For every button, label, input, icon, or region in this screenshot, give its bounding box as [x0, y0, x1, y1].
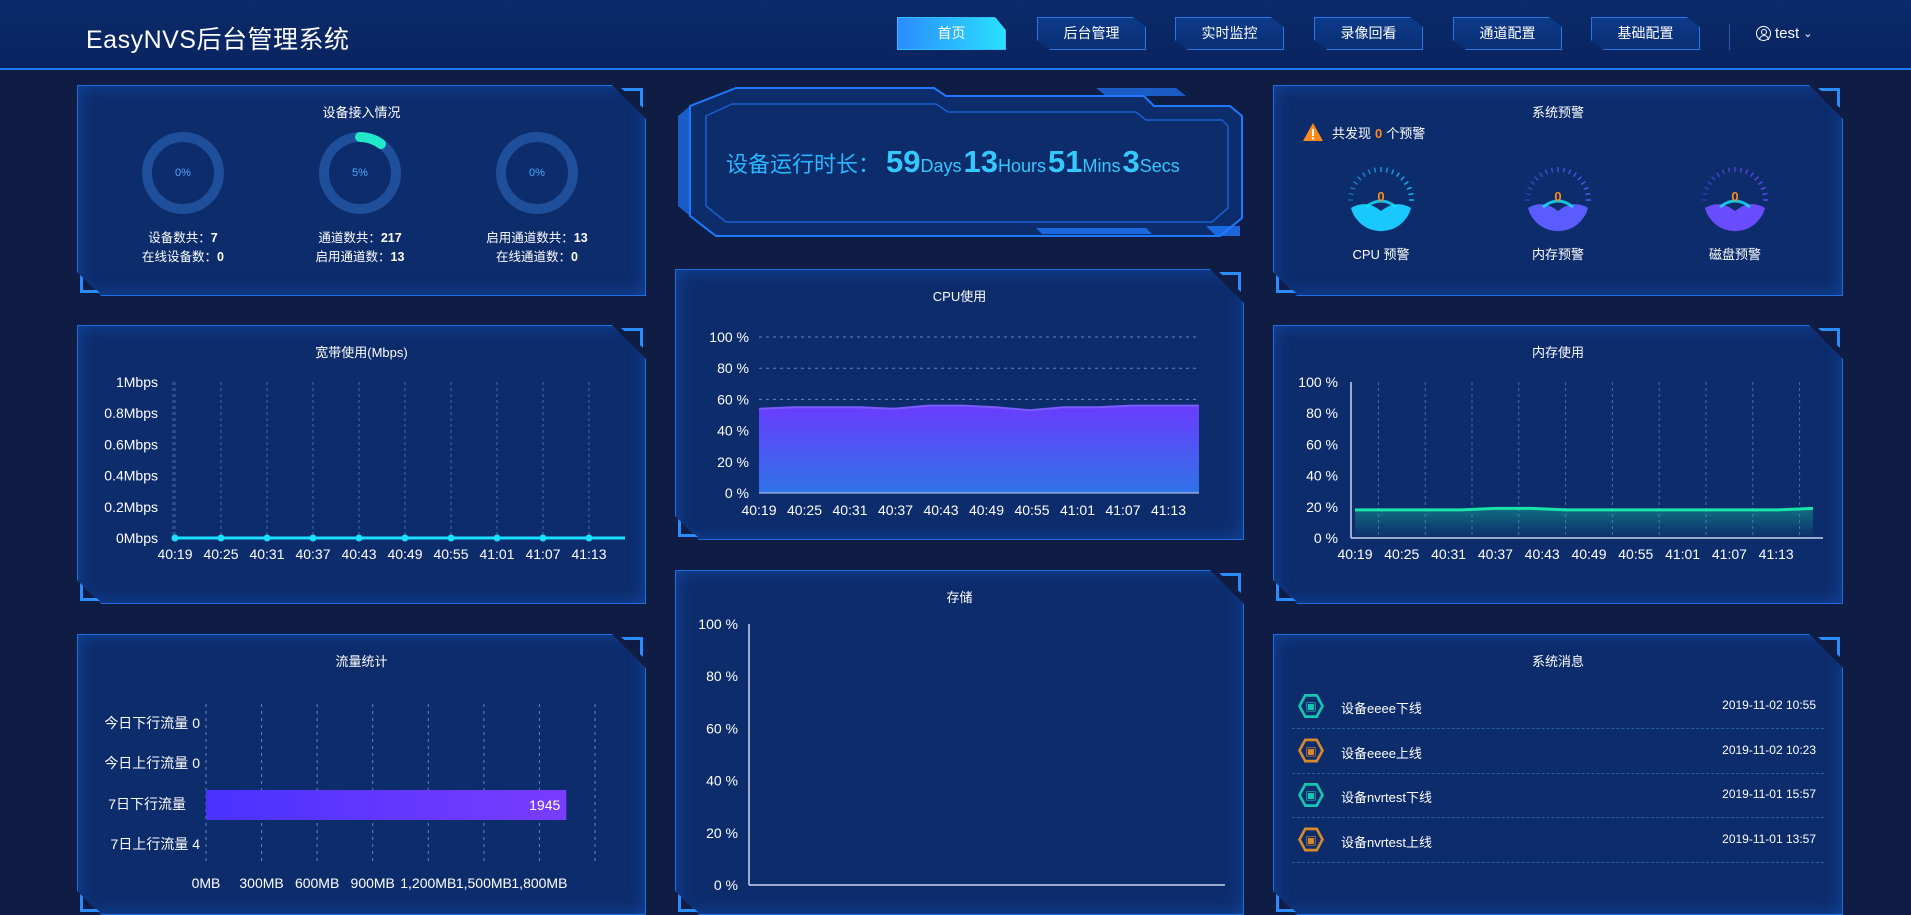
uptime-hours-unit: Hours [998, 156, 1047, 176]
panel-title: 设备接入情况 [322, 105, 401, 120]
device-icon: ▣ [1298, 694, 1324, 718]
message-row[interactable]: ▣ 设备nvrtest下线 2019-11-01 15:57 [1292, 774, 1824, 818]
user-name: test [1775, 25, 1800, 42]
nav-admin[interactable]: 后台管理 [1037, 17, 1146, 50]
gauge-label: CPU 预警 [1352, 247, 1410, 262]
uptime-days: 59 [886, 144, 921, 179]
panel-title: CPU使用 [932, 289, 987, 304]
panel-title: 系统消息 [1531, 654, 1584, 669]
alert-suffix: 个预警 [1386, 125, 1426, 141]
panel-title: 流量统计 [335, 654, 388, 669]
message-time: 2019-11-01 13:57 [1722, 831, 1816, 846]
message-time: 2019-11-02 10:55 [1722, 698, 1816, 712]
top-header: EasyNVS后台管理系统 首页 后台管理 实时监控 录像回看 通道配置 基础配… [0, 0, 1911, 70]
device-count: 设备数共：7 [148, 231, 218, 245]
online-channel-count: 在线通道数：0 [496, 250, 578, 264]
header-divider [1729, 24, 1730, 50]
panel-corner-mark [1276, 275, 1296, 293]
alert-gauge: 0 [1521, 163, 1595, 237]
panel-corner-mark [80, 583, 100, 601]
panel-title: 内存使用 [1531, 345, 1584, 360]
panel-title: 存储 [946, 590, 973, 605]
nav-live-monitor[interactable]: 实时监控 [1175, 17, 1284, 50]
alert-prefix: 共发现 [1332, 125, 1372, 141]
ring-percent: 0% [529, 167, 545, 179]
gauge-value: 0 [1554, 189, 1562, 204]
online-device-count: 在线设备数：0 [142, 250, 224, 264]
nav-playback[interactable]: 录像回看 [1314, 17, 1423, 50]
panel-corner-mark [80, 894, 100, 912]
warning-icon [1303, 123, 1323, 141]
panel-corner-mark [1276, 894, 1296, 912]
traffic-panel: 流量统计 [77, 634, 646, 915]
enabled-channel-total: 启用通道数共：13 [486, 231, 588, 245]
uptime-label: 设备运行时长： [726, 152, 881, 177]
enabled-channel-count: 启用通道数：13 [315, 250, 405, 264]
device-access-panel: 设备接入情况 0% 5% 0% 设备数共：7 在线设备数：0 通道数共：217 … [77, 85, 646, 296]
bandwidth-panel: 宽带使用(Mbps) [77, 325, 646, 604]
channel-ring-chart: 5% [318, 131, 402, 215]
message-time: 2019-11-02 10:23 [1722, 742, 1816, 757]
panel-corner-mark [80, 275, 100, 293]
message-text: 设备eeee上线 [1341, 745, 1422, 761]
uptime-hours: 13 [963, 144, 998, 179]
alert-gauge: 0 [1698, 163, 1772, 237]
user-icon [1756, 26, 1771, 41]
uptime-secs: 3 [1122, 144, 1140, 179]
uptime-mins: 51 [1048, 144, 1083, 179]
alert-gauge: 0 [1344, 163, 1418, 237]
user-menu[interactable]: test ⌄ [1756, 25, 1812, 42]
app-title: EasyNVS后台管理系统 [86, 26, 350, 54]
storage-panel: 存储 [675, 570, 1244, 915]
enabled-channel-ring-chart: 0% [495, 131, 579, 215]
device-icon: ▣ [1298, 783, 1324, 807]
nav-home[interactable]: 首页 [897, 17, 1006, 50]
device-ring-chart: 0% [141, 131, 225, 215]
message-row[interactable]: ▣ 设备eeee上线 2019-11-02 10:23 [1292, 730, 1824, 774]
panel-corner-mark [678, 894, 698, 912]
message-text: 设备eeee下线 [1341, 701, 1422, 716]
uptime-days-unit: Days [920, 156, 962, 176]
chevron-down-icon: ⌄ [1803, 28, 1813, 40]
ring-percent: 5% [352, 167, 368, 179]
panel-title: 系统预警 [1531, 105, 1584, 120]
gauge-label: 内存预警 [1531, 247, 1584, 262]
device-icon: ▣ [1298, 738, 1324, 763]
message-text: 设备nvrtest下线 [1341, 790, 1433, 805]
uptime-display: 设备运行时长： 59 Days 13 Hours 51 Mins 3 Secs [726, 144, 1180, 180]
message-row[interactable]: ▣ 设备nvrtest上线 2019-11-01 13:57 [1292, 819, 1824, 863]
alert-count: 0 [1375, 125, 1383, 141]
uptime-mins-unit: Mins [1082, 156, 1121, 176]
device-icon: ▣ [1298, 827, 1324, 852]
alert-summary: 共发现 0 个预警 [1302, 122, 1425, 142]
uptime-secs-unit: Secs [1139, 156, 1180, 176]
panel-corner-mark [678, 519, 698, 537]
panel-corner-mark [1276, 583, 1296, 601]
nav-basic-config[interactable]: 基础配置 [1591, 17, 1700, 50]
gauge-value: 0 [1377, 189, 1385, 204]
ring-percent: 0% [175, 167, 191, 179]
cpu-panel: CPU使用 [675, 269, 1244, 540]
gauge-label: 磁盘预警 [1708, 247, 1761, 262]
panel-title: 宽带使用(Mbps) [315, 345, 408, 360]
nav-channel-config[interactable]: 通道配置 [1453, 17, 1562, 50]
memory-panel: 内存使用 [1273, 325, 1843, 604]
channel-count: 通道数共：217 [318, 231, 402, 245]
gauge-value: 0 [1731, 189, 1739, 204]
message-row[interactable]: ▣ 设备eeee下线 2019-11-02 10:55 [1292, 685, 1824, 729]
message-text: 设备nvrtest上线 [1341, 834, 1433, 850]
message-time: 2019-11-01 15:57 [1722, 787, 1816, 801]
